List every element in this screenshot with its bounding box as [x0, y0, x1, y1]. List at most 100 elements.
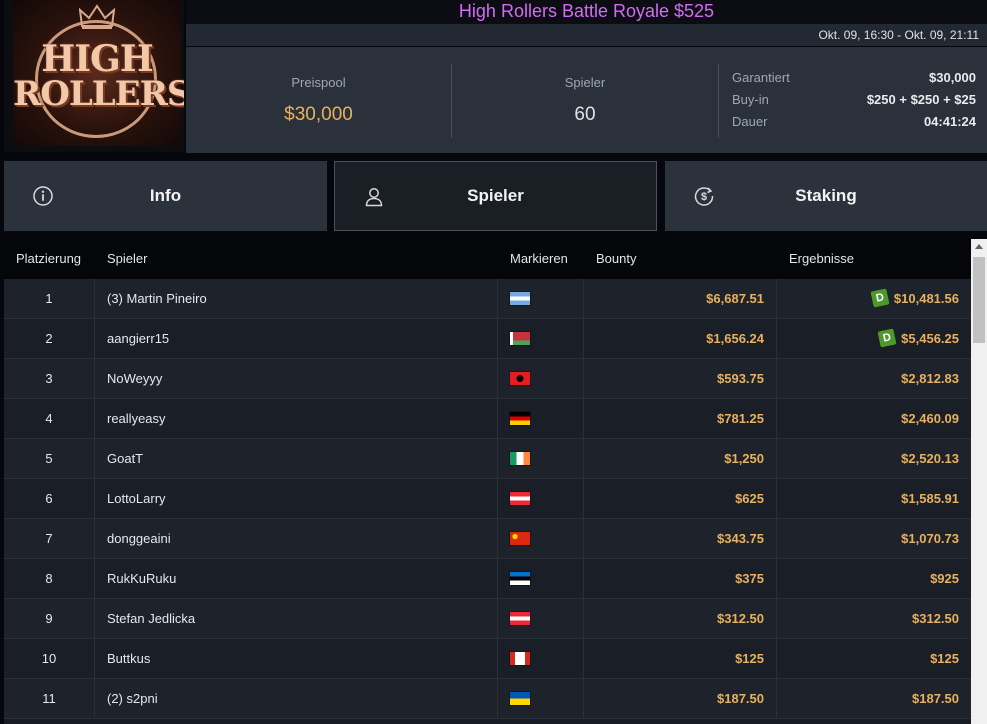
result-value: $312.50 — [912, 611, 959, 626]
players-table: Platzierung Spieler Markieren Bounty Erg… — [4, 239, 971, 724]
tournament-stats: Preispool $30,000 Spieler 60 Garantiert … — [186, 47, 987, 153]
canada-flag-icon — [510, 652, 530, 666]
detail-duration: Dauer 04:41:24 — [732, 113, 976, 135]
bounty-cell: $187.50 — [584, 679, 777, 718]
column-header-place[interactable]: Platzierung — [4, 239, 95, 279]
result-cell: $2,812.83 — [777, 359, 971, 398]
detail-value: $30,000 — [929, 70, 976, 85]
place-cell: 10 — [4, 639, 95, 678]
players-label: Spieler — [564, 75, 606, 90]
player-name-cell[interactable]: reallyeasy — [95, 399, 498, 438]
result-value: $10,481.56 — [893, 291, 959, 306]
table-row[interactable]: 8 RukKuRuku $375 $925 — [4, 559, 971, 599]
bounty-cell: $1,656.24 — [584, 319, 777, 358]
tab-staking[interactable]: $ Staking — [665, 161, 987, 231]
column-header-results[interactable]: Ergebnisse — [777, 239, 971, 279]
info-icon — [33, 186, 53, 206]
result-value: $2,812.83 — [901, 371, 959, 386]
player-name-cell[interactable]: (3) Martin Pineiro — [95, 279, 498, 318]
scrollbar-thumb[interactable] — [973, 257, 985, 343]
user-icon — [365, 188, 383, 207]
result-cell: D $10,481.56 — [777, 279, 971, 318]
table-row[interactable]: 9 Stefan Jedlicka $312.50 $312.50 — [4, 599, 971, 639]
detail-buyin: Buy-in $250 + $250 + $25 — [732, 91, 976, 113]
table-row[interactable]: 10 Buttkus $125 $125 — [4, 639, 971, 679]
table-row[interactable]: 2 aangierr15 $1,656.24 D $5,456.25 — [4, 319, 971, 359]
players-stat: Spieler 60 — [452, 47, 718, 153]
d-badge-icon: D — [870, 288, 890, 308]
tab-info-label: Info — [149, 186, 182, 205]
logo-text-rollers: ROLLERS — [13, 74, 184, 114]
bounty-cell: $625 — [584, 479, 777, 518]
belarus-flag-icon — [510, 332, 530, 346]
place-cell: 7 — [4, 519, 95, 558]
player-name-cell[interactable]: donggeaini — [95, 519, 498, 558]
detail-guaranteed: Garantiert $30,000 — [732, 69, 976, 91]
crown-icon — [79, 4, 115, 29]
result-value: $925 — [930, 571, 959, 586]
d-badge-icon: D — [877, 328, 897, 348]
scroll-up-arrow-icon[interactable] — [971, 239, 987, 255]
tab-players[interactable]: Spieler — [334, 161, 657, 231]
bounty-cell: $125 — [584, 639, 777, 678]
tab-info[interactable]: Info — [4, 161, 327, 231]
austria-flag-icon — [510, 492, 530, 506]
player-name-cell[interactable]: LottoLarry — [95, 479, 498, 518]
table-row[interactable]: 4 reallyeasy $781.25 $2,460.09 — [4, 399, 971, 439]
flag-cell — [498, 399, 584, 438]
players-value: 60 — [574, 104, 596, 125]
player-name-cell[interactable]: NoWeyyy — [95, 359, 498, 398]
result-cell: $925 — [777, 559, 971, 598]
dollar-cycle-icon: $ — [694, 187, 714, 206]
place-cell: 8 — [4, 559, 95, 598]
tournament-date-range: Okt. 09, 16:30 - Okt. 09, 21:11 — [186, 24, 987, 46]
germany-flag-icon — [510, 412, 530, 426]
result-value: $2,460.09 — [901, 411, 959, 426]
table-row[interactable]: 11 (2) s2pni $187.50 $187.50 — [4, 679, 971, 719]
place-cell: 6 — [4, 479, 95, 518]
flag-cell — [498, 679, 584, 718]
bounty-cell: $375 — [584, 559, 777, 598]
player-name-cell[interactable]: Stefan Jedlicka — [95, 599, 498, 638]
player-name-cell[interactable]: RukKuRuku — [95, 559, 498, 598]
result-value: $1,585.91 — [901, 491, 959, 506]
player-name-cell[interactable]: (2) s2pni — [95, 679, 498, 718]
detail-label: Dauer — [732, 114, 768, 129]
player-name-cell[interactable]: GoatT — [95, 439, 498, 478]
bounty-cell: $312.50 — [584, 599, 777, 638]
place-cell: 3 — [4, 359, 95, 398]
column-header-bounty[interactable]: Bounty — [584, 239, 777, 279]
tournament-title: High Rollers Battle Royale $525 — [186, 0, 987, 24]
table-scrollbar[interactable] — [971, 239, 987, 724]
column-header-player[interactable]: Spieler — [95, 239, 498, 279]
place-cell: 9 — [4, 599, 95, 638]
result-value: $187.50 — [912, 691, 959, 706]
detail-label: Buy-in — [732, 92, 769, 107]
table-header: Platzierung Spieler Markieren Bounty Erg… — [4, 239, 971, 279]
player-name-cell[interactable]: aangierr15 — [95, 319, 498, 358]
result-cell: $1,070.73 — [777, 519, 971, 558]
result-cell: $1,585.91 — [777, 479, 971, 518]
table-row[interactable]: 5 GoatT $1,250 $2,520.13 — [4, 439, 971, 479]
table-body: 1 (3) Martin Pineiro $6,687.51 D $10,481.56 2… — [4, 279, 971, 719]
flag-cell — [498, 599, 584, 638]
table-row[interactable]: 6 LottoLarry $625 $1,585.91 — [4, 479, 971, 519]
table-row[interactable]: 7 donggeaini $343.75 $1,070.73 — [4, 519, 971, 559]
column-header-mark[interactable]: Markieren — [498, 239, 584, 279]
flag-cell — [498, 359, 584, 398]
result-cell: D $5,456.25 — [777, 319, 971, 358]
estonia-flag-icon — [510, 572, 530, 586]
ukraine-flag-icon — [510, 692, 530, 706]
player-name-cell[interactable]: Buttkus — [95, 639, 498, 678]
result-cell: $125 — [777, 639, 971, 678]
table-row[interactable]: 3 NoWeyyy $593.75 $2,812.83 — [4, 359, 971, 399]
result-value: $2,520.13 — [901, 451, 959, 466]
table-row[interactable]: 1 (3) Martin Pineiro $6,687.51 D $10,481.56 — [4, 279, 971, 319]
result-value: $1,070.73 — [901, 531, 959, 546]
albania-flag-icon — [510, 372, 530, 386]
bounty-cell: $1,250 — [584, 439, 777, 478]
result-value: $125 — [930, 651, 959, 666]
tournament-details: Garantiert $30,000 Buy-in $250 + $250 + … — [732, 69, 976, 135]
svg-text:$: $ — [701, 191, 707, 203]
divider — [718, 64, 719, 138]
